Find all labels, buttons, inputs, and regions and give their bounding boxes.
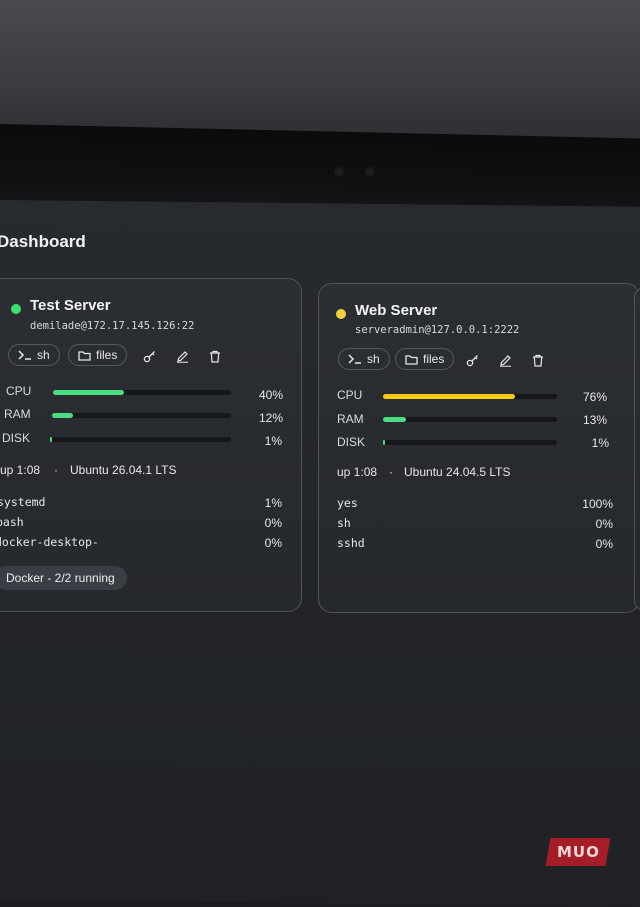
process-name: yes <box>337 496 358 510</box>
cpu-bar <box>53 390 231 395</box>
key-icon[interactable] <box>464 352 480 368</box>
disk-bar <box>383 440 557 445</box>
process-name: sh <box>337 516 351 530</box>
files-label: files <box>96 348 118 362</box>
status-dot <box>11 304 21 314</box>
metric-value-disk: 1% <box>591 436 609 450</box>
disk-bar <box>50 437 231 442</box>
metric-label-ram: RAM <box>4 407 31 421</box>
terminal-icon <box>348 354 362 364</box>
server-name: Web Server <box>355 302 438 319</box>
metric-label-cpu: CPU <box>6 384 32 398</box>
shell-label: sh <box>37 348 50 362</box>
process-value: 0% <box>595 517 613 531</box>
process-name: sshd <box>337 536 365 550</box>
shell-button[interactable]: sh <box>8 344 60 366</box>
trash-icon[interactable] <box>207 348 223 364</box>
separator: · <box>54 463 58 477</box>
process-name: docker-desktop- <box>0 535 99 549</box>
edit-icon[interactable] <box>497 352 513 368</box>
page-title: Dashboard <box>0 232 86 251</box>
files-button[interactable]: files <box>395 348 455 370</box>
cpu-bar <box>383 394 557 399</box>
server-card-partial[interactable] <box>634 287 640 611</box>
server-address: serveradmin@127.0.0.1:2222 <box>355 324 520 336</box>
ram-bar <box>52 413 231 418</box>
os-version: Ubuntu 24.04.5 LTS <box>404 465 511 479</box>
shell-label: sh <box>367 352 380 366</box>
disk-bar-fill <box>383 440 386 445</box>
separator: · <box>389 465 393 479</box>
uptime: up 1:08 <box>0 463 41 477</box>
metric-value-cpu: 40% <box>258 388 283 402</box>
process-value: 0% <box>595 537 613 551</box>
process-name: bash <box>0 515 24 529</box>
disk-bar-fill <box>50 437 53 442</box>
ram-bar-fill <box>52 413 74 418</box>
server-address: demilade@172.17.145.126:22 <box>30 320 195 332</box>
server-name: Test Server <box>30 297 111 314</box>
server-card-web[interactable]: Web Server serveradmin@127.0.0.1:2222 sh… <box>318 283 640 613</box>
status-dot <box>336 309 346 319</box>
folder-icon <box>78 350 91 361</box>
process-value: 1% <box>264 496 282 510</box>
process-value: 0% <box>264 536 282 550</box>
process-value: 100% <box>582 497 613 511</box>
trash-icon[interactable] <box>530 352 546 368</box>
key-icon[interactable] <box>141 348 157 364</box>
ram-bar <box>383 417 557 422</box>
ram-bar-fill <box>383 417 406 422</box>
metric-value-disk: 1% <box>264 434 282 448</box>
metric-value-ram: 12% <box>258 411 283 425</box>
metric-label-cpu: CPU <box>337 388 363 402</box>
sensor-icon <box>364 166 376 178</box>
metric-label-ram: RAM <box>337 412 364 426</box>
metric-label-disk: DISK <box>337 435 366 449</box>
metric-label-disk: DISK <box>2 431 31 445</box>
server-card-test[interactable]: Test Server demilade@172.17.145.126:22 s… <box>0 278 302 612</box>
edit-icon[interactable] <box>174 348 190 364</box>
process-name: systemd <box>0 495 46 509</box>
watermark-logo: MUO <box>545 838 611 866</box>
cpu-bar-fill <box>383 394 516 399</box>
uptime: up 1:08 <box>337 465 378 479</box>
shell-button[interactable]: sh <box>338 348 390 370</box>
terminal-icon <box>18 350 32 360</box>
os-version: Ubuntu 26.04.1 LTS <box>70 463 177 477</box>
metric-value-ram: 13% <box>582 413 607 427</box>
files-button[interactable]: files <box>68 344 128 366</box>
folder-icon <box>405 354 418 365</box>
files-label: files <box>423 352 445 366</box>
process-value: 0% <box>264 516 282 530</box>
metric-value-cpu: 76% <box>582 390 607 404</box>
cpu-bar-fill <box>53 390 125 395</box>
camera-icon <box>333 166 345 178</box>
docker-status-badge[interactable]: Docker - 2/2 running <box>0 566 127 590</box>
